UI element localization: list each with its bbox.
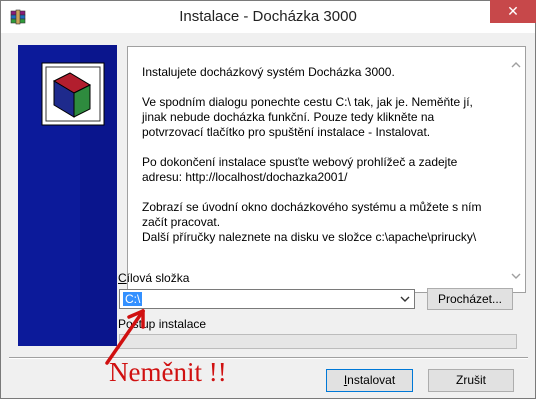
target-folder-label: Cílová složka — [118, 271, 190, 285]
info-paragraph-1: Instalujete docházkový systém Docházka 3… — [142, 65, 395, 79]
install-progress-bar — [119, 334, 517, 349]
info-paragraph-2: Ve spodním dialogu ponechte cestu C:\ ta… — [142, 95, 473, 139]
title-bar: Instalace - Docházka 3000 ✕ — [1, 0, 536, 33]
installer-window: Instalace - Docházka 3000 ✕ Instalujete … — [0, 0, 536, 399]
info-paragraph-3: Po dokončení instalace spusťte webový pr… — [142, 155, 458, 184]
scroll-down-icon[interactable] — [510, 270, 522, 282]
annotation-text: Neměnit !! — [109, 357, 227, 387]
separator — [9, 357, 528, 359]
dialog-body: Instalujete docházkový systém Docházka 3… — [9, 38, 528, 355]
browse-button[interactable]: Procházet... — [427, 288, 513, 310]
target-folder-combobox[interactable]: C:\ — [119, 289, 415, 309]
info-text: Instalujete docházkový systém Docházka 3… — [142, 65, 504, 260]
window-title: Instalace - Docházka 3000 — [179, 8, 357, 25]
chevron-down-icon[interactable] — [398, 293, 412, 305]
cancel-button[interactable]: Zrušit — [428, 369, 514, 392]
info-text-panel[interactable]: Instalujete docházkový systém Docházka 3… — [127, 46, 526, 293]
close-icon[interactable]: ✕ — [507, 3, 519, 19]
scroll-up-icon[interactable] — [510, 59, 522, 71]
info-paragraph-4: Zobrazí se úvodní okno docházkového syst… — [142, 200, 482, 244]
install-button[interactable]: Instalovat — [326, 369, 413, 392]
close-button[interactable]: ✕ — [490, 0, 536, 23]
